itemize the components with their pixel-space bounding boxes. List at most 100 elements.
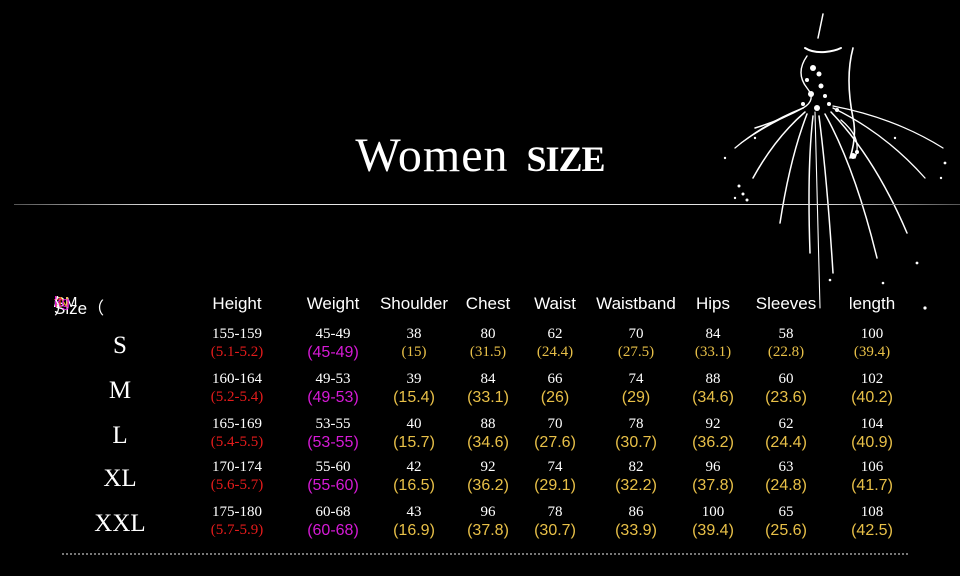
imperial-value: (60-68): [307, 522, 359, 539]
metric-value: 62: [778, 416, 794, 432]
column-header-sleeves: Sleeves: [755, 294, 817, 313]
metric-value: 165-169: [212, 416, 262, 432]
cell-waist: 62 (24.4): [510, 326, 600, 362]
imperial-value: (49-53): [307, 389, 359, 406]
dotted-divider: [62, 553, 908, 555]
size-label: XL: [103, 465, 137, 492]
metric-value: 175-180: [212, 504, 262, 520]
imperial-value: (5.7-5.9): [210, 522, 264, 538]
imperial-value: (5.2-5.4): [210, 389, 264, 405]
metric-value: 45-49: [315, 326, 351, 342]
imperial-value: (45-49): [307, 344, 359, 361]
cell-length: 104 (40.9): [827, 416, 917, 452]
table-row: M 160-164 (5.2-5.4) 49-53 (49-53) 39 (15.4) 84(…: [0, 371, 960, 415]
cell-length: 106 (41.7): [827, 459, 917, 495]
column-header-height: Height: [212, 294, 262, 313]
imperial-value: (22.8): [767, 344, 805, 360]
metric-value: 100: [860, 326, 884, 342]
cell-height: 155-159 (5.1-5.2): [192, 326, 282, 362]
metric-value: 160-164: [212, 371, 262, 387]
cell-length: 102 (40.2): [827, 371, 917, 407]
metric-value: 49-53: [315, 371, 351, 387]
cell-weight: 55-60 (55-60): [288, 459, 378, 495]
cell-waist: 78 (30.7): [510, 504, 600, 540]
size-label: M: [108, 377, 132, 404]
metric-value: 60-68: [315, 504, 351, 520]
column-header-hips: Hips: [695, 294, 731, 313]
metric-value: 60: [778, 371, 794, 387]
metric-value: 70: [547, 416, 563, 432]
title-main: Women: [355, 129, 509, 182]
imperial-value: (5.4-5.5): [210, 434, 264, 450]
cell-height: 160-164 (5.2-5.4): [192, 371, 282, 407]
cell-height: 165-169 (5.4-5.5): [192, 416, 282, 452]
imperial-value: (25.6): [765, 522, 807, 539]
metric-value: 106: [860, 459, 884, 475]
metric-value: 155-159: [212, 326, 262, 342]
imperial-value: (23.6): [765, 389, 807, 406]
metric-value: 102: [860, 371, 884, 387]
size-label: S: [113, 332, 127, 359]
imperial-value: (41.7): [851, 477, 893, 494]
metric-value: 53-55: [315, 416, 351, 432]
metric-value: 58: [778, 326, 794, 342]
table-row: S 155-159 (5.1-5.2) 45-49 (45-49) 38 (15) 80 (31…: [0, 326, 960, 370]
imperial-value: (55-60): [307, 477, 359, 494]
metric-value: 55-60: [315, 459, 351, 475]
imperial-value: (40.2): [851, 389, 893, 406]
imperial-value: (39.4): [853, 344, 891, 360]
imperial-value: (30.7): [534, 522, 576, 539]
imperial-value: (5.1-5.2): [210, 344, 264, 360]
column-header-waistband: Waistband: [596, 294, 676, 313]
table-row: L 165-169 (5.4-5.5) 53-55 (53-55) 40 (15.7) 88(…: [0, 416, 960, 460]
cell-length: 108 (42.5): [827, 504, 917, 540]
cell-sleeves: 62 (24.4): [741, 416, 831, 452]
imperial-value: (24.4): [536, 344, 574, 360]
imperial-value: (26): [540, 389, 570, 406]
cell-waist: 70 (27.6): [510, 416, 600, 452]
column-header-chest: Chest: [465, 294, 511, 313]
cell-weight: 60-68 (60-68): [288, 504, 378, 540]
size-label: L: [112, 422, 128, 449]
cell-sleeves: 58 (22.8): [741, 326, 831, 362]
cell-sleeves: 65 (25.6): [741, 504, 831, 540]
cell-weight: 45-49 (45-49): [288, 326, 378, 362]
cell-length: 100 (39.4): [827, 326, 917, 362]
table-row: XXL 175-180 (5.7-5.9) 60-68 (60-68) 43 (16.9) 9…: [0, 504, 960, 548]
dress-sketch-illustration: [723, 13, 947, 310]
metric-value: 104: [860, 416, 884, 432]
imperial-value: (24.4): [765, 434, 807, 451]
cell-sleeves: 63 (24.8): [741, 459, 831, 495]
imperial-value: (29.1): [534, 477, 576, 494]
title-divider: [14, 204, 960, 205]
table-header: Size（ CM / IN / ft / kg） Height Weight Shoulder Ch…: [54, 294, 896, 318]
metric-value: 74: [547, 459, 563, 475]
imperial-value: (40.9): [851, 434, 893, 451]
cell-waist: 74 (29.1): [510, 459, 600, 495]
metric-value: 63: [778, 459, 794, 475]
title-sub: SIZE: [526, 139, 606, 179]
cell-sleeves: 60 (23.6): [741, 371, 831, 407]
column-header-shoulder: Shoulder: [379, 294, 449, 313]
metric-value: 78: [547, 504, 563, 520]
size-label: XXL: [94, 510, 146, 537]
metric-value: 170-174: [212, 459, 262, 475]
column-header-waist: Waist: [534, 294, 576, 313]
table-row: XL 170-174 (5.6-5.7) 55-60 (55-60) 42 (16.5) 92…: [0, 459, 960, 503]
column-header-weight: Weight: [306, 294, 360, 313]
imperial-value: (53-55): [307, 434, 359, 451]
imperial-value: (24.8): [765, 477, 807, 494]
column-header-length: length: [848, 294, 896, 313]
imperial-value: (27.6): [534, 434, 576, 451]
metric-value: 65: [778, 504, 794, 520]
metric-value: 66: [547, 371, 563, 387]
cell-weight: 49-53 (49-53): [288, 371, 378, 407]
metric-value: 108: [860, 504, 884, 520]
imperial-value: (5.6-5.7): [210, 477, 264, 493]
imperial-value: (42.5): [851, 522, 893, 539]
cell-weight: 53-55 (53-55): [288, 416, 378, 452]
cell-height: 170-174 (5.6-5.7): [192, 459, 282, 495]
cell-height: 175-180 (5.7-5.9): [192, 504, 282, 540]
metric-value: 62: [547, 326, 563, 342]
cell-waist: 66 (26): [510, 371, 600, 407]
